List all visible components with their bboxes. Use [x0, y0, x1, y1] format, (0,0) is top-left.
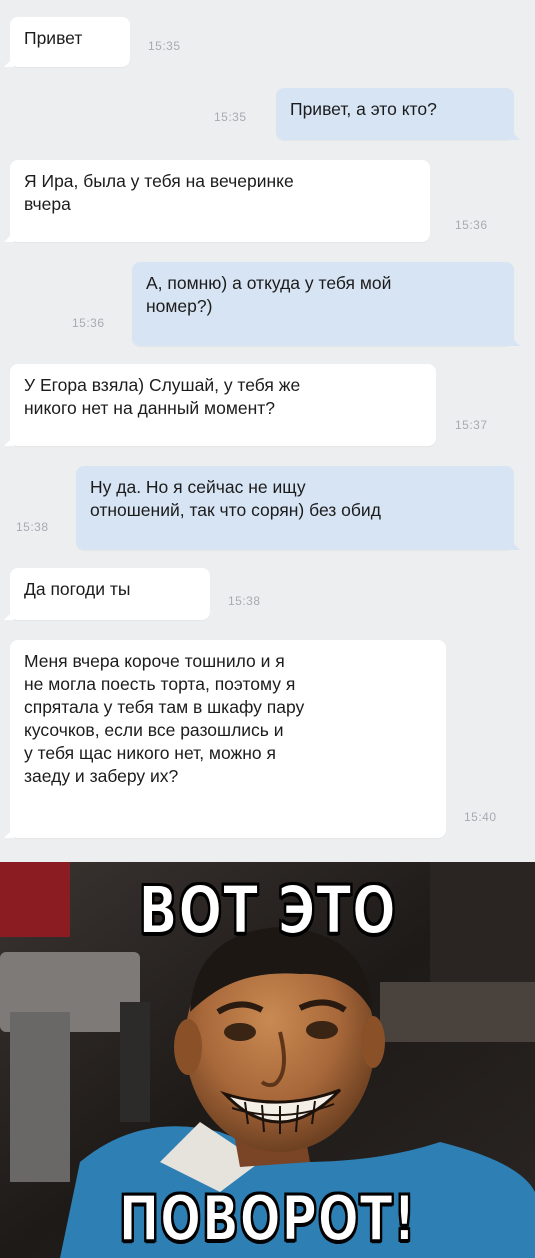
incoming-message[interactable]: Я Ира, была у тебя на вечеринке вчера: [4, 160, 430, 242]
incoming-message[interactable]: У Егора взяла) Слушай, у тебя же никого …: [4, 364, 436, 446]
message-time: 15:38: [228, 594, 261, 608]
meme-image: ВОТ ЭТО ПОВОРОТ!: [0, 862, 535, 1258]
puppet-eye-left: [224, 1023, 256, 1041]
outgoing-message[interactable]: А, помню) а откуда у тебя мой номер?): [132, 262, 520, 346]
chat-history: Привет 15:35 Привет, а это кто? 15:35 Я …: [0, 0, 535, 862]
message-text: Привет, а это кто?: [290, 99, 437, 119]
incoming-message[interactable]: Привет: [4, 17, 130, 67]
message-text: У Егора взяла) Слушай, у тебя же никого …: [24, 375, 301, 418]
message-text: Ну да. Но я сейчас не ищу отношений, так…: [90, 477, 381, 520]
message-time: 15:40: [464, 810, 497, 824]
message-time: 15:36: [72, 316, 105, 330]
incoming-message[interactable]: Меня вчера короче тошнило и я не могла п…: [4, 640, 446, 838]
message-time: 15:36: [455, 218, 488, 232]
message-text: Привет: [24, 28, 83, 48]
outgoing-message[interactable]: Ну да. Но я сейчас не ищу отношений, так…: [76, 466, 520, 550]
outgoing-message[interactable]: Привет, а это кто?: [276, 88, 520, 140]
message-text: Я Ира, была у тебя на вечеринке вчера: [24, 171, 294, 214]
message-time: 15:35: [214, 110, 247, 124]
message-time: 15:35: [148, 39, 181, 53]
meme-caption-bottom: ПОВОРОТ!: [118, 1181, 417, 1256]
puppet-eye-right: [306, 1021, 338, 1039]
message-time: 15:38: [16, 520, 49, 534]
message-text: Меня вчера короче тошнило и я не могла п…: [24, 651, 305, 786]
message-text: Да погоди ты: [24, 579, 131, 599]
incoming-message[interactable]: Да погоди ты: [4, 568, 210, 620]
message-time: 15:37: [455, 418, 488, 432]
meme-caption-top: ВОТ ЭТО: [138, 871, 397, 950]
message-text: А, помню) а откуда у тебя мой номер?): [146, 273, 392, 316]
